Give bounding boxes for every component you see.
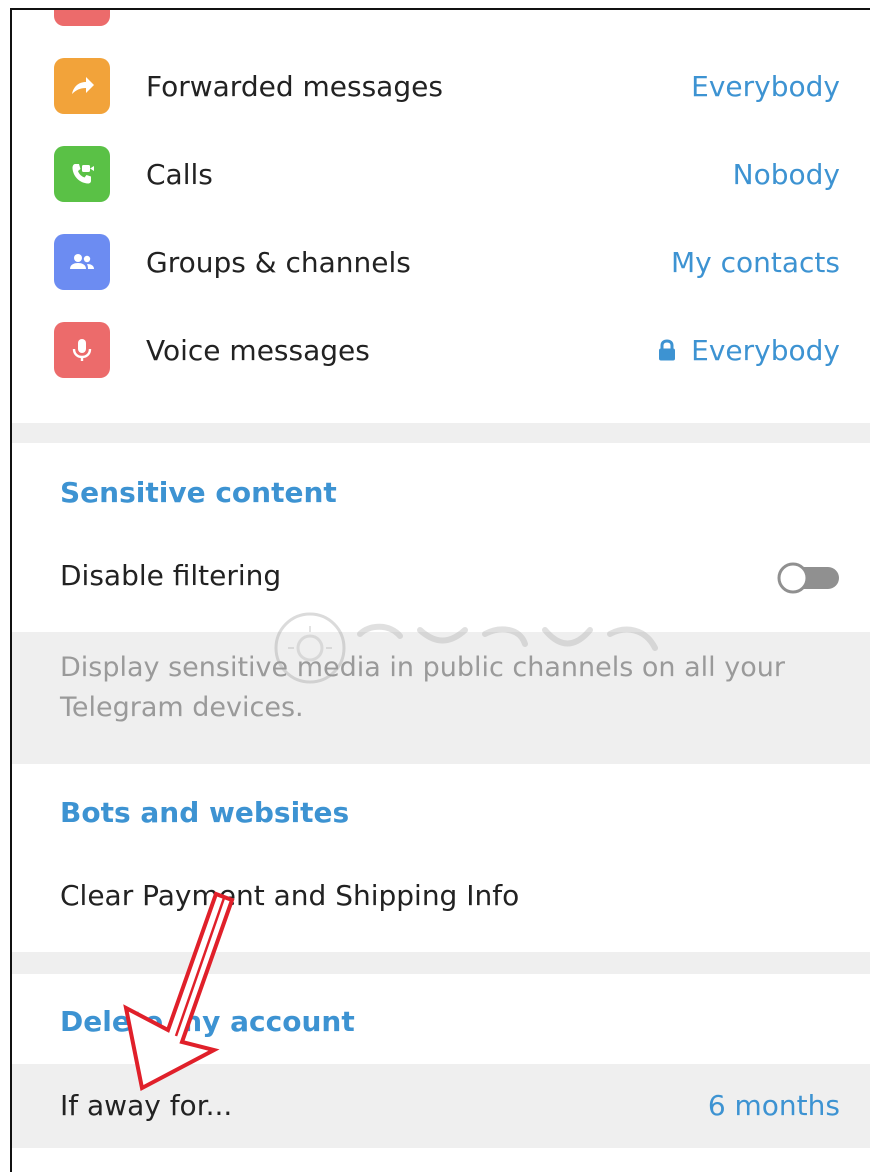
row-value[interactable]: Everybody [691,334,840,367]
privacy-row-calls[interactable]: Calls Nobody [12,130,870,218]
row-value[interactable]: Everybody [691,70,840,103]
watermark-logo [274,612,658,684]
row-label: Calls [146,158,213,191]
row-value[interactable]: Nobody [733,158,840,191]
microphone-icon [54,322,110,378]
bots-websites-title: Bots and websites [60,796,350,829]
privacy-row-groups-channels[interactable]: Groups & channels My contacts [12,218,870,306]
row-label: Groups & channels [146,246,411,279]
privacy-row-forwarded-messages[interactable]: Forwarded messages Everybody [12,42,870,130]
row-label: Forwarded messages [146,70,443,103]
group-people-icon [54,234,110,290]
annotation-arrow-icon [123,891,235,1092]
phone-call-icon [54,146,110,202]
disable-filtering-toggle[interactable] [776,562,842,594]
privacy-settings-panel: Forwarded messages Everybody Calls Nobod… [10,8,870,1172]
forward-arrow-icon [54,58,110,114]
row-label: Voice messages [146,334,370,367]
if-away-value[interactable]: 6 months [708,1089,840,1122]
sensitive-content-title: Sensitive content [60,476,337,509]
privacy-row-voice-messages[interactable]: Voice messages Everybody [12,306,870,394]
lock-icon [659,339,675,361]
section-divider [12,423,870,443]
row-value[interactable]: My contacts [671,246,840,279]
cut-off-row-icon [54,10,110,26]
disable-filtering-label[interactable]: Disable filtering [60,559,281,592]
